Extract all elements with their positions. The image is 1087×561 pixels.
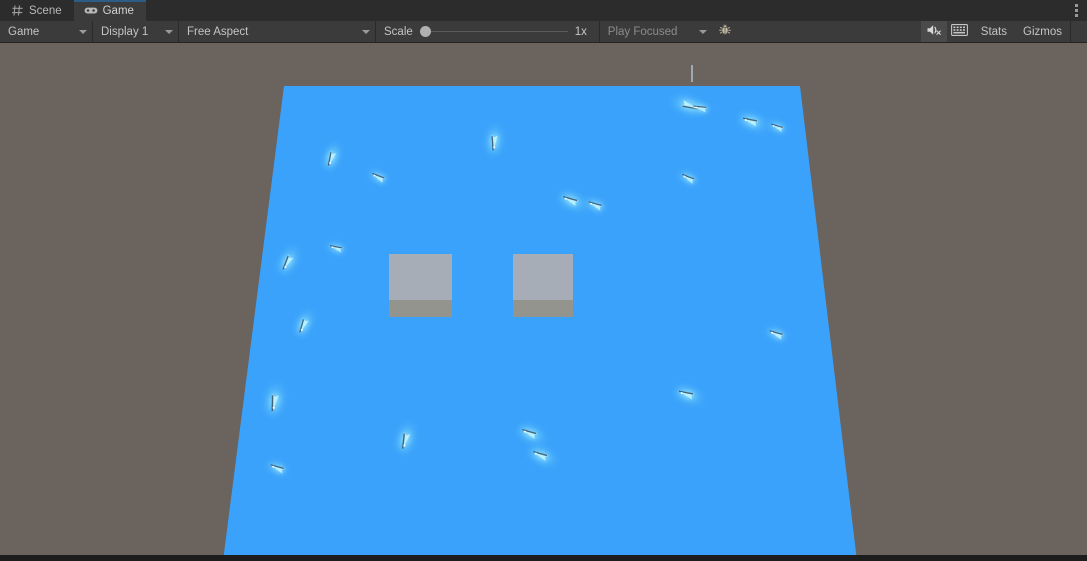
chevron-down-icon <box>79 29 87 34</box>
debug-bug-button[interactable] <box>712 21 738 42</box>
unity-editor-window: Scene Game Game Display 1 Free Aspect Sc… <box>0 0 1087 561</box>
play-mode-dropdown[interactable]: Play Focused <box>600 21 712 42</box>
display-label: Display 1 <box>101 25 149 38</box>
kebab-menu-icon[interactable] <box>1065 0 1087 21</box>
cube-right <box>513 254 573 317</box>
chevron-down-icon <box>165 29 173 34</box>
play-mode-label: Play Focused <box>607 25 678 38</box>
scale-slider-knob[interactable] <box>419 26 431 37</box>
stats-label: Stats <box>980 25 1008 38</box>
ground-plane <box>223 86 857 555</box>
bug-icon <box>718 23 732 40</box>
scale-label: Scale <box>384 25 413 38</box>
view-mode-label: Game <box>8 25 40 38</box>
view-mode-dropdown[interactable]: Game <box>0 21 92 42</box>
gamepad-icon <box>84 4 98 18</box>
chevron-down-icon <box>362 29 370 34</box>
keyboard-grid-icon <box>951 24 969 39</box>
scale-control: Scale 1x <box>376 21 599 42</box>
mute-audio-icon <box>926 23 942 40</box>
game-view-render-area[interactable] <box>0 43 1087 555</box>
gizmos-dropdown-button[interactable] <box>1071 21 1087 42</box>
tab-game[interactable]: Game <box>73 0 147 21</box>
aspect-ratio-dropdown[interactable]: Free Aspect <box>179 21 375 42</box>
tab-scene-label: Scene <box>29 4 62 17</box>
game-view-toolbar: Game Display 1 Free Aspect Scale 1x Play… <box>0 21 1087 43</box>
cube-left <box>389 254 452 317</box>
game-scene-render <box>0 43 1087 555</box>
scale-slider[interactable] <box>419 25 568 39</box>
view-tabbar: Scene Game <box>0 0 1087 21</box>
gizmos-label: Gizmos <box>1023 25 1062 38</box>
stats-grid-button[interactable] <box>947 21 973 42</box>
tab-game-label: Game <box>102 4 134 17</box>
stats-button[interactable]: Stats <box>973 21 1015 42</box>
scale-value: 1x <box>574 25 587 38</box>
aspect-ratio-label: Free Aspect <box>187 25 249 38</box>
scale-slider-track <box>419 31 568 32</box>
window-bottom-border <box>0 555 1087 561</box>
tabbar-spacer <box>145 0 1065 21</box>
grid-icon <box>10 4 24 18</box>
tab-scene[interactable]: Scene <box>0 0 74 21</box>
gizmos-button[interactable]: Gizmos <box>1015 21 1070 42</box>
chevron-down-icon <box>698 29 707 34</box>
display-dropdown[interactable]: Display 1 <box>93 21 178 42</box>
mute-audio-button[interactable] <box>920 21 947 42</box>
